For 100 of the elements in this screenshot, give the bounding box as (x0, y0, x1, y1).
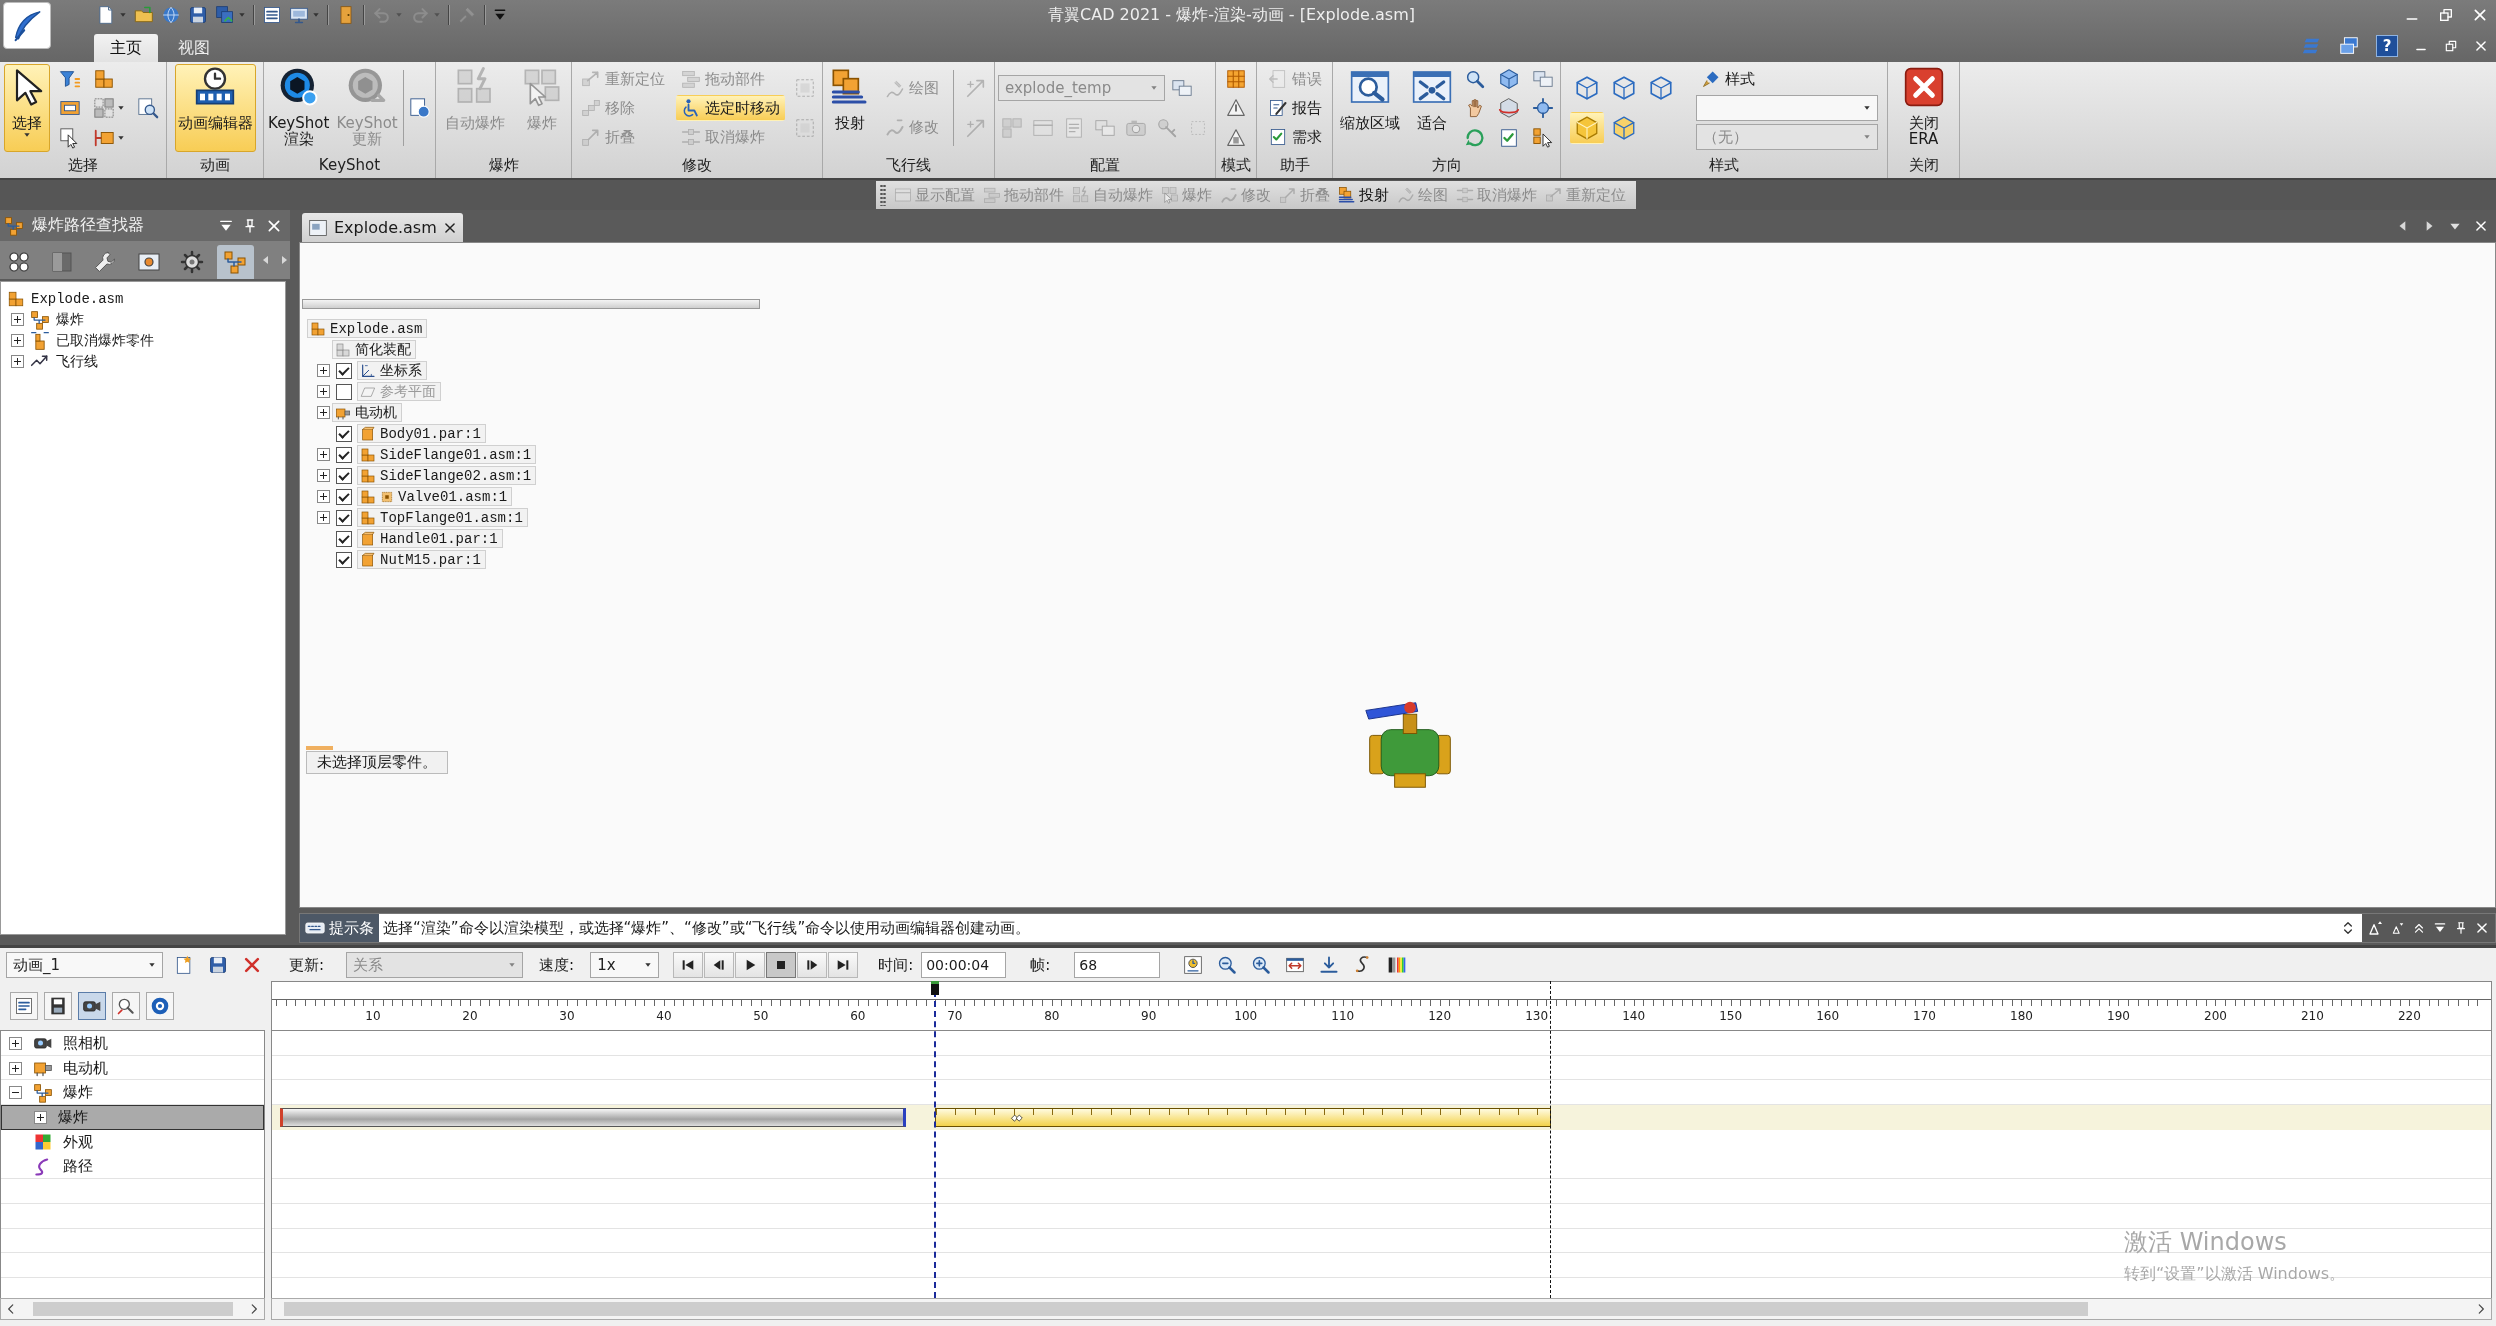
expand-toggle[interactable] (11, 355, 24, 368)
playback-button[interactable] (704, 952, 735, 978)
animation-dropdown[interactable]: 动画_1 (6, 952, 163, 978)
expand-toggle[interactable] (317, 469, 330, 482)
tree-item[interactable]: Explode.asm (307, 319, 428, 338)
expand-toggle[interactable] (317, 385, 330, 398)
checkbox[interactable] (336, 488, 352, 505)
checkbox[interactable] (336, 425, 352, 442)
view-button[interactable] (146, 991, 174, 1020)
close-icon[interactable] (2474, 39, 2488, 53)
speed-dropdown[interactable]: 1x (590, 952, 660, 978)
expand-toggle[interactable] (317, 448, 330, 461)
frame-field[interactable]: 68 (1074, 952, 1161, 978)
view-button[interactable] (44, 991, 72, 1020)
track-item[interactable]: 路径 (1, 1154, 264, 1180)
ribbon-button[interactable]: 报告 (1262, 95, 1327, 121)
checkbox[interactable] (336, 362, 352, 379)
track-item[interactable]: 外观 (1, 1129, 264, 1155)
checkbox[interactable] (336, 530, 352, 547)
document-tab[interactable]: Explode.asm (302, 213, 463, 242)
view-button[interactable] (78, 991, 106, 1020)
ribbon-button[interactable]: 动画编辑器 (174, 64, 256, 152)
close-icon[interactable] (442, 220, 457, 235)
tree-item[interactable]: 坐标系 (357, 361, 427, 380)
expand-toggle[interactable] (11, 334, 24, 347)
triangle-up-caret-icon[interactable] (2368, 920, 2384, 936)
chevrons-up-icon[interactable] (2412, 921, 2426, 935)
ribbon-button[interactable]: 投射 (827, 64, 874, 152)
pin-icon[interactable] (242, 217, 258, 234)
toolbar-grip[interactable] (880, 184, 886, 206)
tree-item[interactable]: 已取消爆炸零件 (7, 330, 285, 351)
ribbon-button[interactable]: 选定时移动 (675, 95, 785, 121)
track-item[interactable]: 电动机 (1, 1055, 264, 1081)
close-icon[interactable] (2474, 219, 2488, 233)
close-icon[interactable] (2475, 921, 2489, 935)
timeline-bar[interactable] (280, 1108, 906, 1128)
time-field[interactable]: 00:00:04 (921, 952, 1007, 978)
scrollbar-thumb[interactable] (32, 1302, 233, 1316)
playhead[interactable] (933, 981, 936, 1298)
dropdown-field[interactable] (1695, 95, 1878, 121)
checkbox[interactable] (336, 446, 352, 463)
tree-item[interactable]: SideFlange02.asm:1 (357, 466, 537, 485)
horizontal-scrollbar[interactable] (271, 1298, 2492, 1320)
ribbon-button[interactable]: KeyShot 渲染 (265, 64, 333, 152)
expand-toggle[interactable] (9, 1061, 22, 1075)
tree-item[interactable]: 飞行线 (7, 351, 285, 372)
tree-item[interactable]: Body01.par:1 (357, 424, 486, 443)
playback-button[interactable] (797, 952, 828, 978)
expand-toggle[interactable] (9, 1086, 22, 1100)
tree-item[interactable]: SideFlange01.asm:1 (357, 445, 537, 464)
ribbon-button[interactable]: 关闭 ERA (1900, 64, 1947, 152)
restore-icon[interactable] (2438, 7, 2454, 23)
expand-toggle[interactable] (317, 364, 330, 377)
checkbox[interactable] (336, 383, 352, 400)
expand-toggle[interactable] (317, 406, 330, 419)
view-button[interactable] (112, 991, 140, 1020)
checkbox[interactable] (336, 509, 352, 526)
expand-toggle[interactable] (34, 1110, 47, 1124)
expand-toggle[interactable] (317, 511, 330, 524)
scrollbar-thumb[interactable] (284, 1302, 2088, 1316)
expand-toggle[interactable] (9, 1036, 22, 1050)
tree-item[interactable]: 电动机 (332, 403, 402, 422)
horizontal-scrollbar[interactable] (0, 1298, 265, 1320)
close-icon[interactable] (266, 217, 282, 234)
pin-icon[interactable] (2454, 921, 2468, 935)
tree-item[interactable]: NutM15.par:1 (357, 550, 486, 569)
expand-toggle[interactable] (317, 490, 330, 503)
timeline-ruler[interactable]: 10 20 30 40 50 60 70 80 90 100 110 120 130 140 150 160 170 180 190 200 210 220 (271, 981, 2492, 1031)
view-button[interactable] (10, 991, 38, 1020)
tree-item[interactable]: 简化装配 (332, 340, 416, 359)
restore-icon[interactable] (2444, 39, 2458, 53)
stacked-windows-icon[interactable] (2338, 35, 2360, 57)
ribbon-button[interactable]: 缩放区域 (1336, 64, 1403, 152)
track-item[interactable]: 照相机 (1, 1031, 264, 1056)
triangle-down-caret-icon[interactable] (2391, 921, 2405, 935)
ribbon-button[interactable]: 选择 (3, 64, 50, 152)
ribbon-button[interactable]: 适合 (1408, 64, 1455, 152)
tree-item[interactable]: Handle01.par:1 (357, 529, 503, 548)
expand-toggle[interactable] (11, 313, 24, 326)
ribbon-tab[interactable]: 主页 (94, 34, 158, 62)
tree-item[interactable]: TopFlange01.asm:1 (357, 508, 528, 527)
playback-button[interactable] (673, 952, 704, 978)
track-item[interactable]: 爆炸 (1, 1105, 264, 1130)
tree-item[interactable]: Valve01.asm:1 (357, 487, 513, 506)
application-button[interactable] (3, 2, 51, 49)
playback-button[interactable] (828, 952, 859, 978)
splitter-handle[interactable] (302, 299, 760, 309)
timeline-bar[interactable] (935, 1108, 1551, 1128)
help-button[interactable]: ? (2376, 35, 2398, 57)
checkbox[interactable] (336, 551, 352, 568)
playback-button[interactable] (735, 952, 766, 978)
playback-button[interactable] (766, 952, 797, 978)
ribbon-button[interactable]: 样式 (1695, 66, 1878, 92)
ribbon-tab[interactable]: 视图 (162, 34, 226, 62)
track-item[interactable]: 爆炸 (1, 1080, 264, 1106)
toolbar-button[interactable]: 投射 (1334, 182, 1393, 208)
tree-item[interactable]: 爆炸 (7, 309, 285, 330)
ribbon-button[interactable]: 需求 (1262, 124, 1327, 150)
tree-item[interactable]: Explode.asm (7, 288, 285, 309)
checkbox[interactable] (336, 467, 352, 484)
